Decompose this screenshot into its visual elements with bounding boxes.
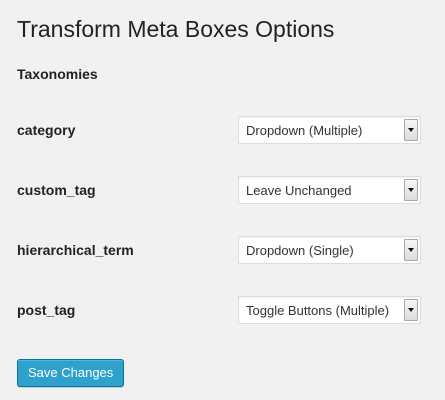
- chevron-down-icon[interactable]: [404, 179, 418, 201]
- taxonomy-label: hierarchical_term: [17, 242, 134, 258]
- taxonomy-row-category: category Dropdown (Multiple): [0, 116, 445, 144]
- select-value: Dropdown (Single): [246, 243, 354, 258]
- select-value: Toggle Buttons (Multiple): [246, 303, 390, 318]
- page-title: Transform Meta Boxes Options: [17, 16, 335, 42]
- chevron-down-icon[interactable]: [404, 299, 418, 321]
- save-changes-button[interactable]: Save Changes: [17, 359, 125, 387]
- taxonomy-select-hierarchical-term[interactable]: Dropdown (Single): [238, 236, 421, 264]
- taxonomy-label: post_tag: [17, 302, 76, 318]
- taxonomy-select-custom-tag[interactable]: Leave Unchanged: [238, 176, 421, 204]
- select-value: Leave Unchanged: [246, 183, 352, 198]
- taxonomy-label: category: [17, 122, 76, 138]
- section-title-taxonomies: Taxonomies: [17, 66, 98, 82]
- taxonomy-row-post-tag: post_tag Toggle Buttons (Multiple): [0, 296, 445, 324]
- chevron-down-icon[interactable]: [404, 239, 418, 261]
- chevron-down-icon[interactable]: [404, 119, 418, 141]
- taxonomy-select-post-tag[interactable]: Toggle Buttons (Multiple): [238, 296, 421, 324]
- taxonomy-row-custom-tag: custom_tag Leave Unchanged: [0, 176, 445, 204]
- taxonomy-row-hierarchical-term: hierarchical_term Dropdown (Single): [0, 236, 445, 264]
- taxonomy-label: custom_tag: [17, 182, 96, 198]
- select-value: Dropdown (Multiple): [246, 123, 363, 138]
- taxonomy-select-category[interactable]: Dropdown (Multiple): [238, 116, 421, 144]
